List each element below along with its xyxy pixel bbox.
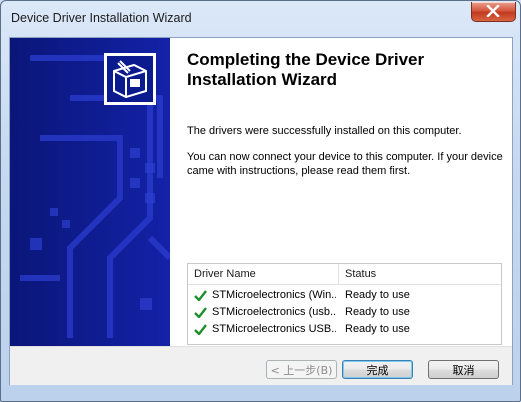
green-check-icon — [194, 324, 207, 335]
driver-status-cell: Ready to use — [345, 289, 410, 301]
success-message: The drivers were successfully installed … — [187, 125, 462, 137]
wizard-side-banner — [10, 38, 177, 346]
green-check-icon — [194, 290, 207, 301]
wizard-client-area: Completing the Device Driver Installatio… — [9, 37, 513, 385]
column-header-status[interactable]: Status — [339, 264, 495, 284]
instructions-message: You can now connect your device to this … — [187, 151, 503, 177]
table-row[interactable]: STMicroelectronics (usb... Ready to use — [188, 304, 501, 321]
cancel-button[interactable]: 取消 — [428, 360, 499, 379]
page-title: Completing the Device Driver Installatio… — [187, 50, 425, 89]
driver-name-cell: STMicroelectronics (usb... — [212, 306, 336, 318]
finish-button[interactable]: 完成 — [342, 360, 413, 379]
window-title: Device Driver Installation Wizard — [11, 11, 192, 25]
table-row[interactable]: STMicroelectronics (Win... Ready to use — [188, 287, 501, 304]
driver-name-cell: STMicroelectronics (Win... — [212, 289, 336, 301]
driver-status-cell: Ready to use — [345, 306, 410, 318]
wizard-content: Completing the Device Driver Installatio… — [177, 38, 512, 346]
driver-status-cell: Ready to use — [345, 323, 410, 335]
wizard-window: Device Driver Installation Wizard Comple… — [0, 0, 521, 402]
green-check-icon — [194, 307, 207, 318]
button-bar: < 上一步(B) 完成 取消 — [10, 346, 512, 385]
close-icon — [486, 5, 500, 17]
driver-name-cell: STMicroelectronics USB... — [212, 323, 336, 335]
hardware-box-icon — [104, 53, 156, 105]
title-bar[interactable]: Device Driver Installation Wizard — [1, 1, 520, 37]
list-header: Driver Name Status — [188, 264, 501, 285]
table-row[interactable]: STMicroelectronics USB... Ready to use — [188, 321, 501, 338]
column-header-driver-name[interactable]: Driver Name — [188, 264, 338, 284]
back-button[interactable]: < 上一步(B) — [266, 360, 337, 379]
close-button[interactable] — [471, 2, 516, 22]
driver-list[interactable]: Driver Name Status STMicroelectronics (W… — [187, 263, 502, 345]
